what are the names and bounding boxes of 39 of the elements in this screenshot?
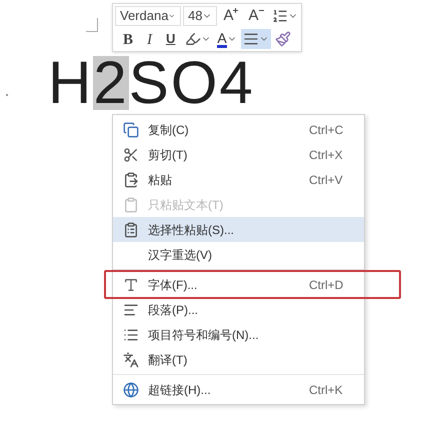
menu-item[interactable]: 复制(C) Ctrl+C bbox=[113, 117, 364, 142]
underline-button[interactable]: U bbox=[160, 29, 182, 49]
paragraph-icon bbox=[122, 302, 138, 318]
list-icon bbox=[122, 326, 138, 342]
menu-item[interactable]: 项目符号和编号(N)... bbox=[113, 322, 364, 347]
grow-font-button[interactable]: A bbox=[219, 6, 242, 26]
document-text: 2 bbox=[93, 56, 129, 110]
font-color-button[interactable]: A bbox=[215, 29, 239, 49]
scissors-icon bbox=[122, 146, 138, 162]
menu-item[interactable]: 汉字重选(V) bbox=[113, 242, 364, 267]
plus-icon bbox=[233, 8, 238, 13]
translate-icon bbox=[122, 352, 138, 368]
globe-icon bbox=[122, 382, 138, 398]
clipboard-icon bbox=[122, 196, 138, 212]
align-button[interactable] bbox=[240, 29, 271, 49]
menu-item[interactable]: 剪切(T) Ctrl+X bbox=[113, 142, 364, 167]
shrink-font-button[interactable]: A bbox=[244, 6, 268, 26]
line-spacing-icon bbox=[272, 8, 288, 24]
clipboard-icon bbox=[122, 172, 138, 188]
format-painter-button[interactable] bbox=[272, 29, 293, 49]
letter-icon bbox=[122, 276, 138, 292]
menu-item[interactable]: 字体(F)... Ctrl+D bbox=[113, 272, 364, 297]
copy-icon bbox=[122, 122, 138, 138]
font-name-field[interactable]: Verdana bbox=[115, 6, 181, 26]
document-text: H bbox=[48, 56, 94, 110]
menu-item[interactable]: 段落(P)... bbox=[113, 297, 364, 322]
page-corner-mark bbox=[86, 18, 98, 32]
italic-button[interactable]: I bbox=[141, 29, 158, 49]
menu-item[interactable]: 超链接(H)... Ctrl+K bbox=[113, 377, 364, 402]
clipboard-icon bbox=[122, 222, 138, 238]
menu-item[interactable]: 翻译(T) bbox=[113, 347, 364, 372]
bold-button[interactable]: B bbox=[117, 29, 140, 49]
align-icon bbox=[242, 31, 259, 47]
brush-icon bbox=[274, 31, 291, 47]
highlighter-icon bbox=[185, 31, 202, 47]
menu-item[interactable]: 选择性粘贴(S)... bbox=[113, 217, 364, 242]
document-text: SO4 bbox=[128, 56, 255, 110]
menu-item[interactable]: 粘贴 Ctrl+V bbox=[113, 167, 364, 192]
font-size-field[interactable]: 48 bbox=[183, 6, 218, 26]
